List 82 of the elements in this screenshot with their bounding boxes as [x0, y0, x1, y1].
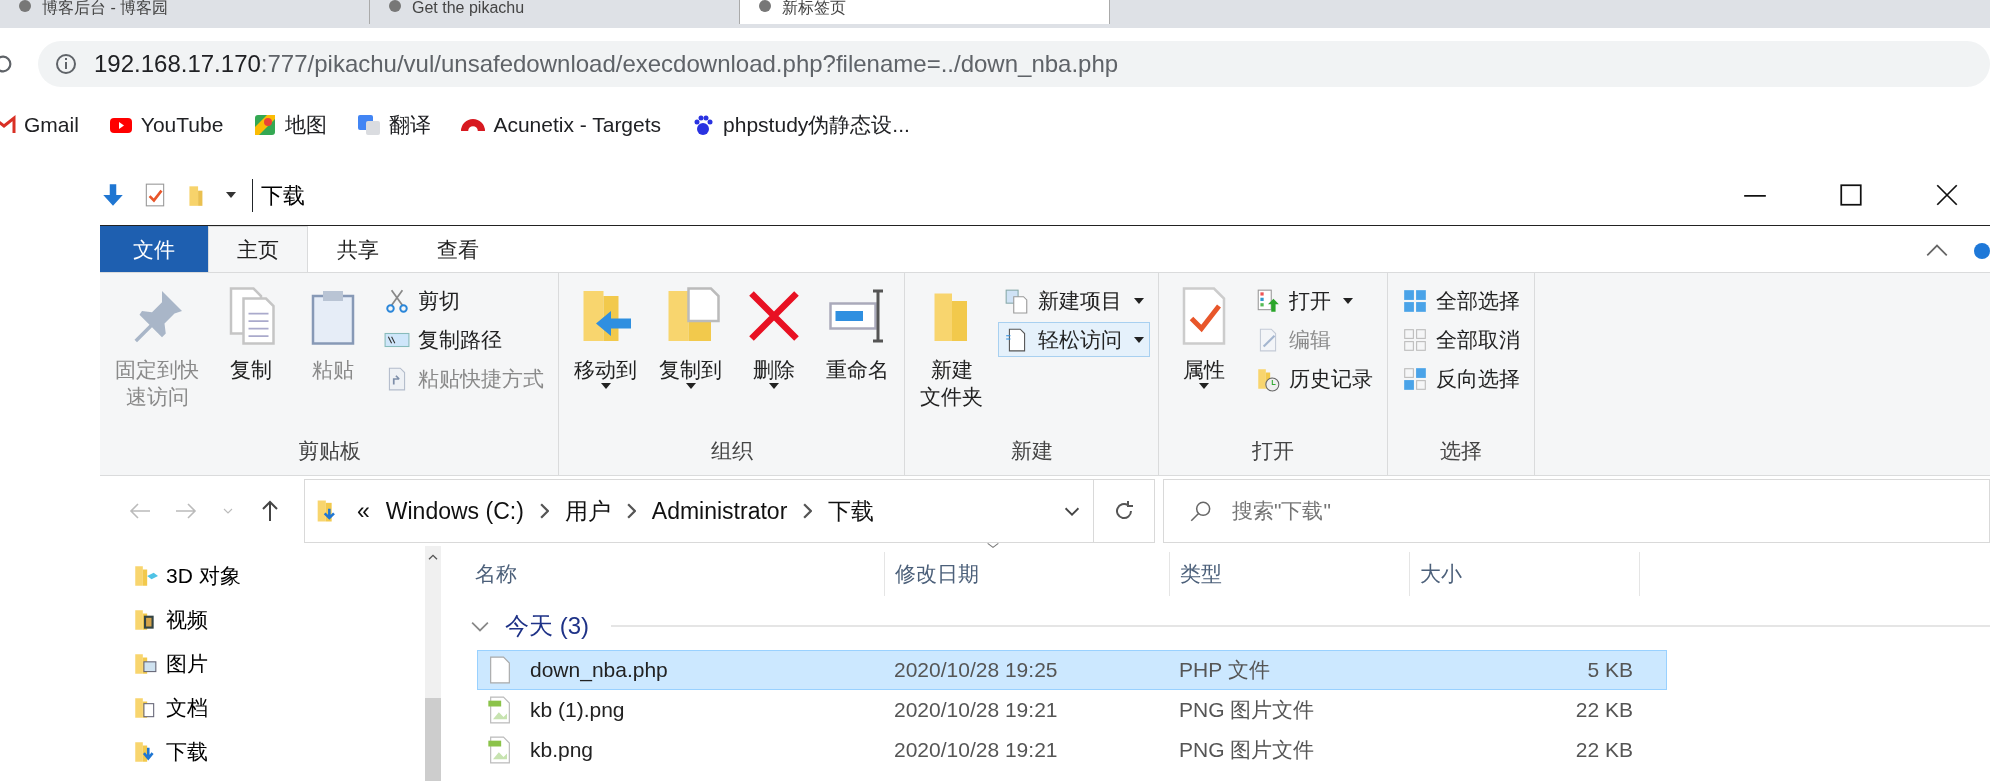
- chevron-right-icon: [803, 503, 813, 519]
- ribbon-tab[interactable]: 主页: [208, 226, 308, 272]
- type-cell-text: PNG 图片文件: [1178, 737, 1316, 764]
- ribbon-button[interactable]: 反向选择: [1396, 361, 1526, 396]
- ribbon-button[interactable]: 剪切: [378, 283, 550, 318]
- group-label: 打开: [1251, 438, 1295, 464]
- group-label: 新建: [1009, 438, 1054, 464]
- chevron-icon: [471, 620, 489, 632]
- chevron-right-icon: [626, 503, 636, 519]
- ribbon-tab[interactable]: 查看: [408, 226, 508, 272]
- bookmark-icon: [357, 113, 382, 137]
- size-cell-text: 22 KB: [1574, 697, 1634, 724]
- group-label: 剪贴板: [296, 438, 362, 464]
- ribbon-button[interactable]: 复制路径: [378, 322, 550, 357]
- ribbon-button[interactable]: 复制: [214, 279, 288, 389]
- new-item-icon: [1004, 287, 1030, 314]
- type-cell-text: PHP 文件: [1178, 657, 1271, 684]
- nav-item[interactable]: 3D 对象: [100, 554, 425, 598]
- address-bar[interactable]: 192.168.17.170:777/pikachu/vul/unsafedownload/execdownload.php?filename=../down_nba.php: [38, 41, 1990, 87]
- window-title: 下载: [252, 178, 305, 212]
- invert-selection-icon: [1402, 365, 1428, 392]
- ribbon-button[interactable]: 历史记录: [1249, 361, 1379, 396]
- bookmark[interactable]: phpstudy伪静态设...: [691, 109, 910, 141]
- select-none-icon: [1402, 326, 1428, 353]
- bookmark[interactable]: 翻译: [357, 109, 432, 141]
- ribbon-tab[interactable]: 文件: [100, 226, 208, 272]
- dropdown-arrow-icon[interactable]: [226, 192, 236, 198]
- select-all-icon: [1402, 287, 1428, 314]
- breadcrumb-item[interactable]: 用户: [564, 493, 611, 529]
- size-cell-text: 5 KB: [1586, 657, 1634, 684]
- breadcrumb-item[interactable]: Administrator: [651, 493, 788, 529]
- browser-tab[interactable]: 博客后台 - 博客园: [0, 0, 370, 24]
- open-icon: [1255, 287, 1281, 314]
- breadcrumb-item[interactable]: 下载: [828, 493, 875, 529]
- size-cell-text: 22 KB: [1574, 737, 1634, 764]
- ribbon-button[interactable]: 新建 文件夹: [913, 279, 990, 416]
- scrollbar[interactable]: [425, 546, 441, 781]
- breadcrumb-overflow[interactable]: «: [357, 493, 370, 529]
- bookmark-icon: [253, 113, 278, 137]
- bookmark-icon: [461, 119, 486, 131]
- nav-item[interactable]: 下载: [100, 730, 425, 774]
- column-header[interactable]: 大小: [1410, 552, 1640, 596]
- bookmark[interactable]: Gmail: [0, 109, 79, 141]
- ribbon-button[interactable]: 全部取消: [1396, 322, 1526, 357]
- scrollbar-thumb[interactable]: [425, 698, 441, 781]
- ribbon-button[interactable]: 复制到: [652, 279, 729, 395]
- search-bar[interactable]: 搜索"下载": [1163, 479, 1990, 543]
- browser-tab[interactable]: 新标签页: [740, 0, 1110, 24]
- info-icon: [54, 52, 78, 76]
- nav-item[interactable]: 视频: [100, 598, 425, 642]
- group-header[interactable]: 今天 (3): [465, 607, 595, 645]
- ribbon-button[interactable]: 移动到: [567, 279, 644, 395]
- ribbon-tab[interactable]: 共享: [308, 226, 408, 272]
- bookmark[interactable]: 地图: [253, 109, 328, 141]
- maximize-icon[interactable]: [1838, 182, 1864, 208]
- ribbon-button[interactable]: 轻松访问: [998, 322, 1150, 357]
- ribbon-button[interactable]: 属性: [1167, 279, 1241, 395]
- bookmark[interactable]: Acunetix - Targets: [461, 109, 662, 141]
- nav-item[interactable]: 图片: [100, 642, 425, 686]
- refresh-button[interactable]: [1093, 479, 1155, 543]
- ribbon-button[interactable]: 新建项目: [998, 283, 1150, 318]
- breadcrumb-item[interactable]: Windows (C:): [385, 493, 524, 529]
- close-icon[interactable]: [1934, 182, 1960, 208]
- column-header[interactable]: 修改日期: [885, 552, 1170, 596]
- column-header[interactable]: 名称: [465, 552, 885, 596]
- search-input[interactable]: 搜索"下载": [1230, 494, 1989, 528]
- folder-icon: [132, 651, 158, 677]
- type-cell-text: PNG 图片文件: [1178, 697, 1316, 724]
- ribbon-button[interactable]: 删除: [737, 279, 811, 395]
- bookmark[interactable]: YouTube: [108, 109, 224, 141]
- scissors-icon: [384, 287, 410, 314]
- group-label: 选择: [1439, 438, 1483, 464]
- url-text: 192.168.17.170:777/pikachu/vul/unsafedownload/execdownload.php?filename=../down_nba.php: [94, 49, 1119, 79]
- ribbon-button[interactable]: 重命名: [819, 279, 896, 389]
- ribbon-button[interactable]: 全部选择: [1396, 283, 1526, 318]
- nav-item[interactable]: 文档: [100, 686, 425, 730]
- group-label: 组织: [709, 438, 754, 464]
- folder-icon: [132, 563, 158, 589]
- ribbon-button[interactable]: 打开: [1249, 283, 1379, 318]
- chevron-right-icon: [539, 503, 549, 519]
- column-header[interactable]: 类型: [1170, 552, 1410, 596]
- address-bar[interactable]: « Windows (C:) 用户 Administrator 下载: [304, 479, 1094, 543]
